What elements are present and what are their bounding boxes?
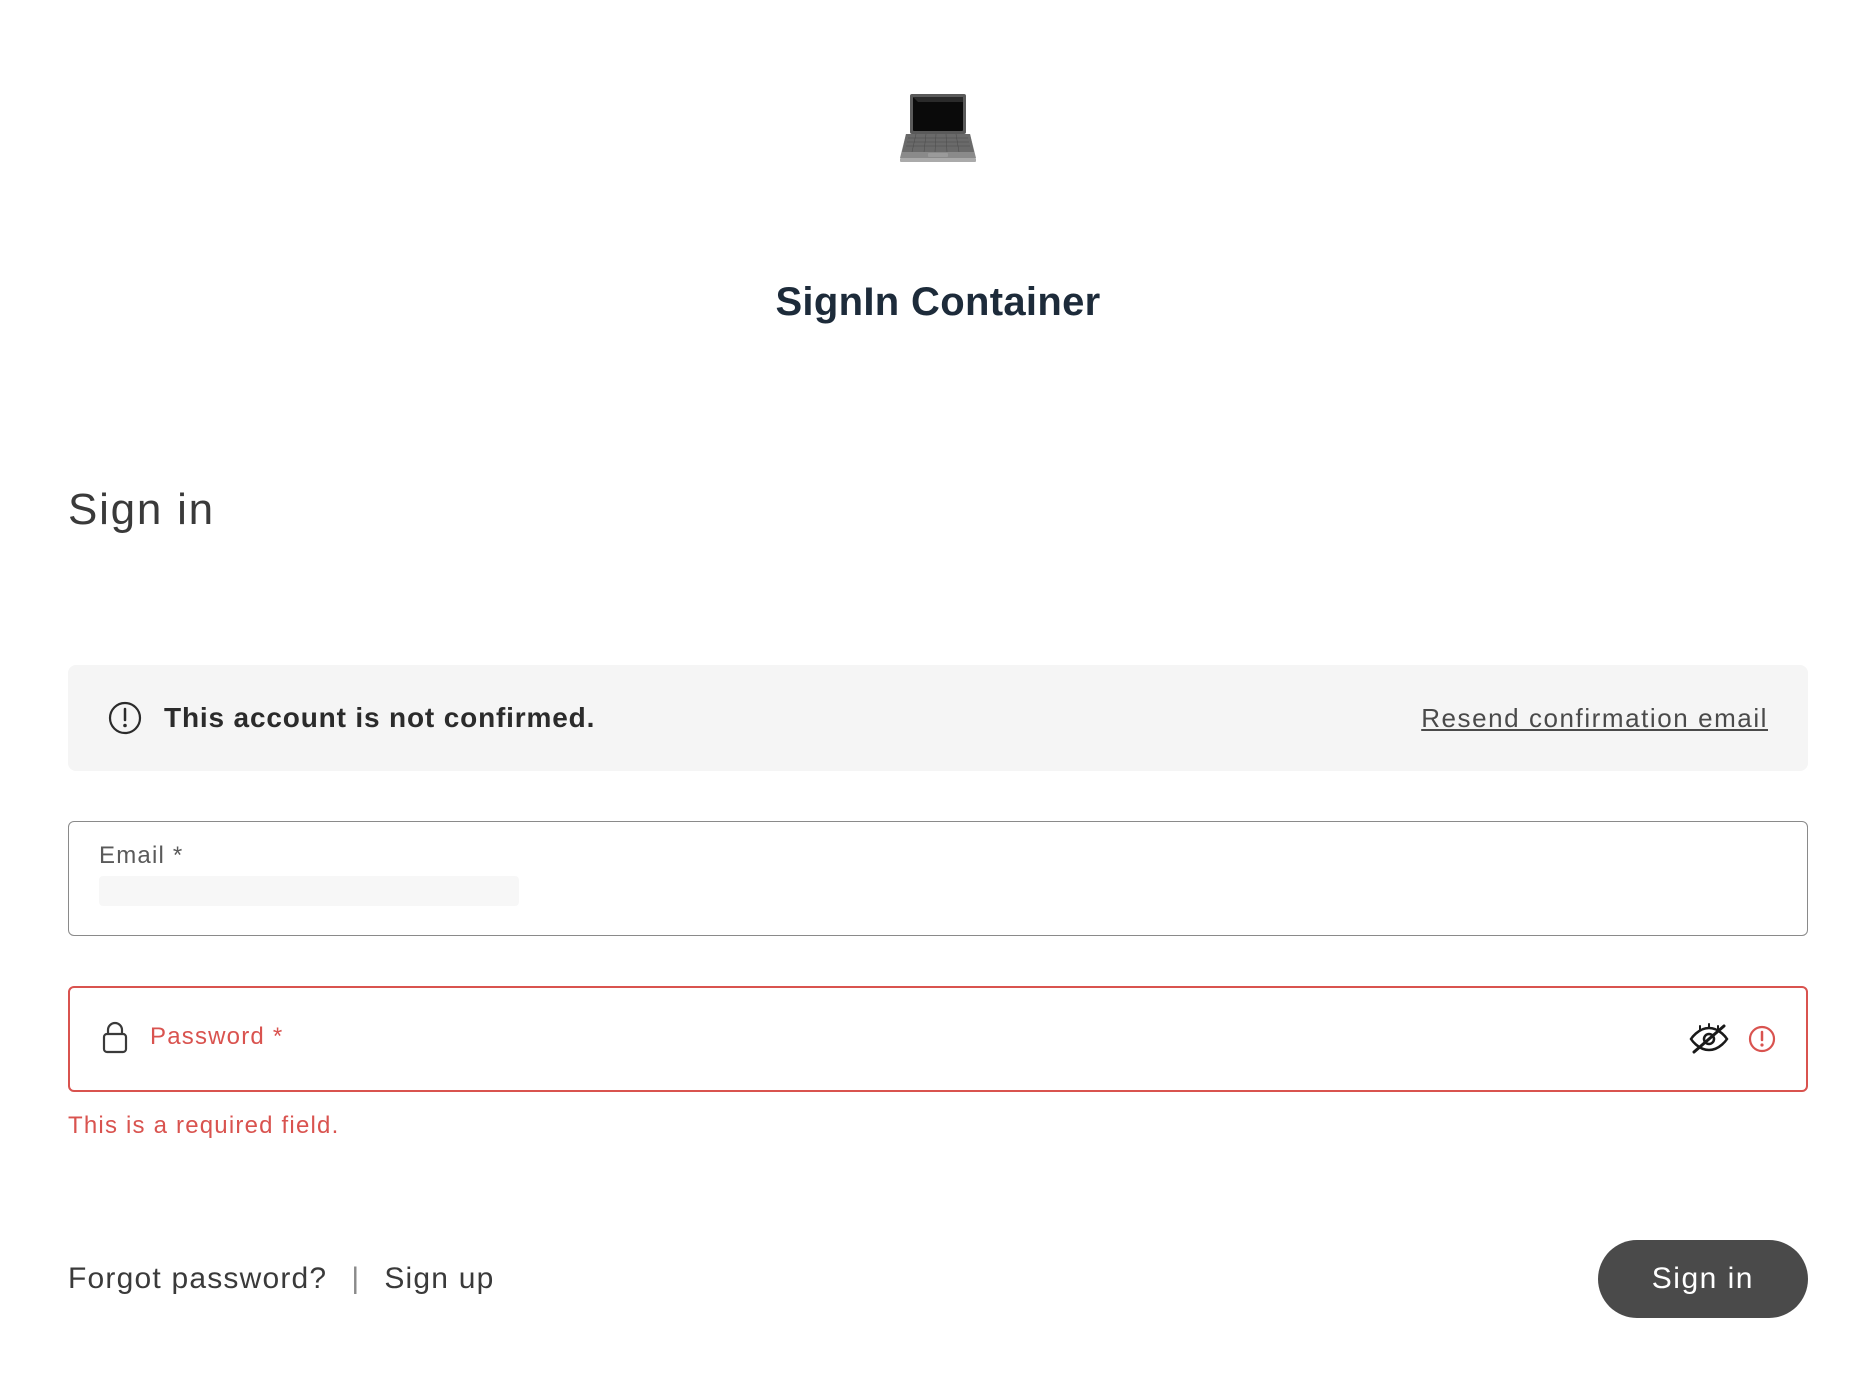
error-icon <box>1748 1025 1776 1053</box>
forgot-password-link[interactable]: Forgot password? <box>68 1262 327 1296</box>
app-logo <box>888 80 988 180</box>
email-label: Email * <box>99 842 1777 870</box>
page-title: SignIn Container <box>775 280 1100 325</box>
laptop-icon <box>888 80 988 180</box>
form-heading: Sign in <box>68 485 1808 535</box>
email-value-redacted <box>99 876 519 906</box>
password-field-container[interactable]: Password * <box>68 986 1808 1092</box>
alert-icon <box>108 701 142 735</box>
signin-button[interactable]: Sign in <box>1598 1240 1808 1318</box>
resend-confirmation-link[interactable]: Resend confirmation email <box>1421 703 1768 734</box>
alert-banner: This account is not confirmed. Resend co… <box>68 665 1808 771</box>
alert-message: This account is not confirmed. <box>164 702 595 734</box>
signup-link[interactable]: Sign up <box>384 1262 494 1296</box>
password-error-text: This is a required field. <box>68 1112 1808 1140</box>
email-field-container[interactable]: Email * <box>68 821 1808 936</box>
footer-divider: | <box>351 1262 360 1296</box>
password-input[interactable] <box>303 1022 1776 1053</box>
signin-form: Sign in This account is not confirmed. R… <box>68 485 1808 1318</box>
password-label: Password * <box>150 1023 283 1051</box>
eye-off-icon[interactable] <box>1688 1022 1730 1056</box>
lock-icon <box>100 1020 130 1054</box>
